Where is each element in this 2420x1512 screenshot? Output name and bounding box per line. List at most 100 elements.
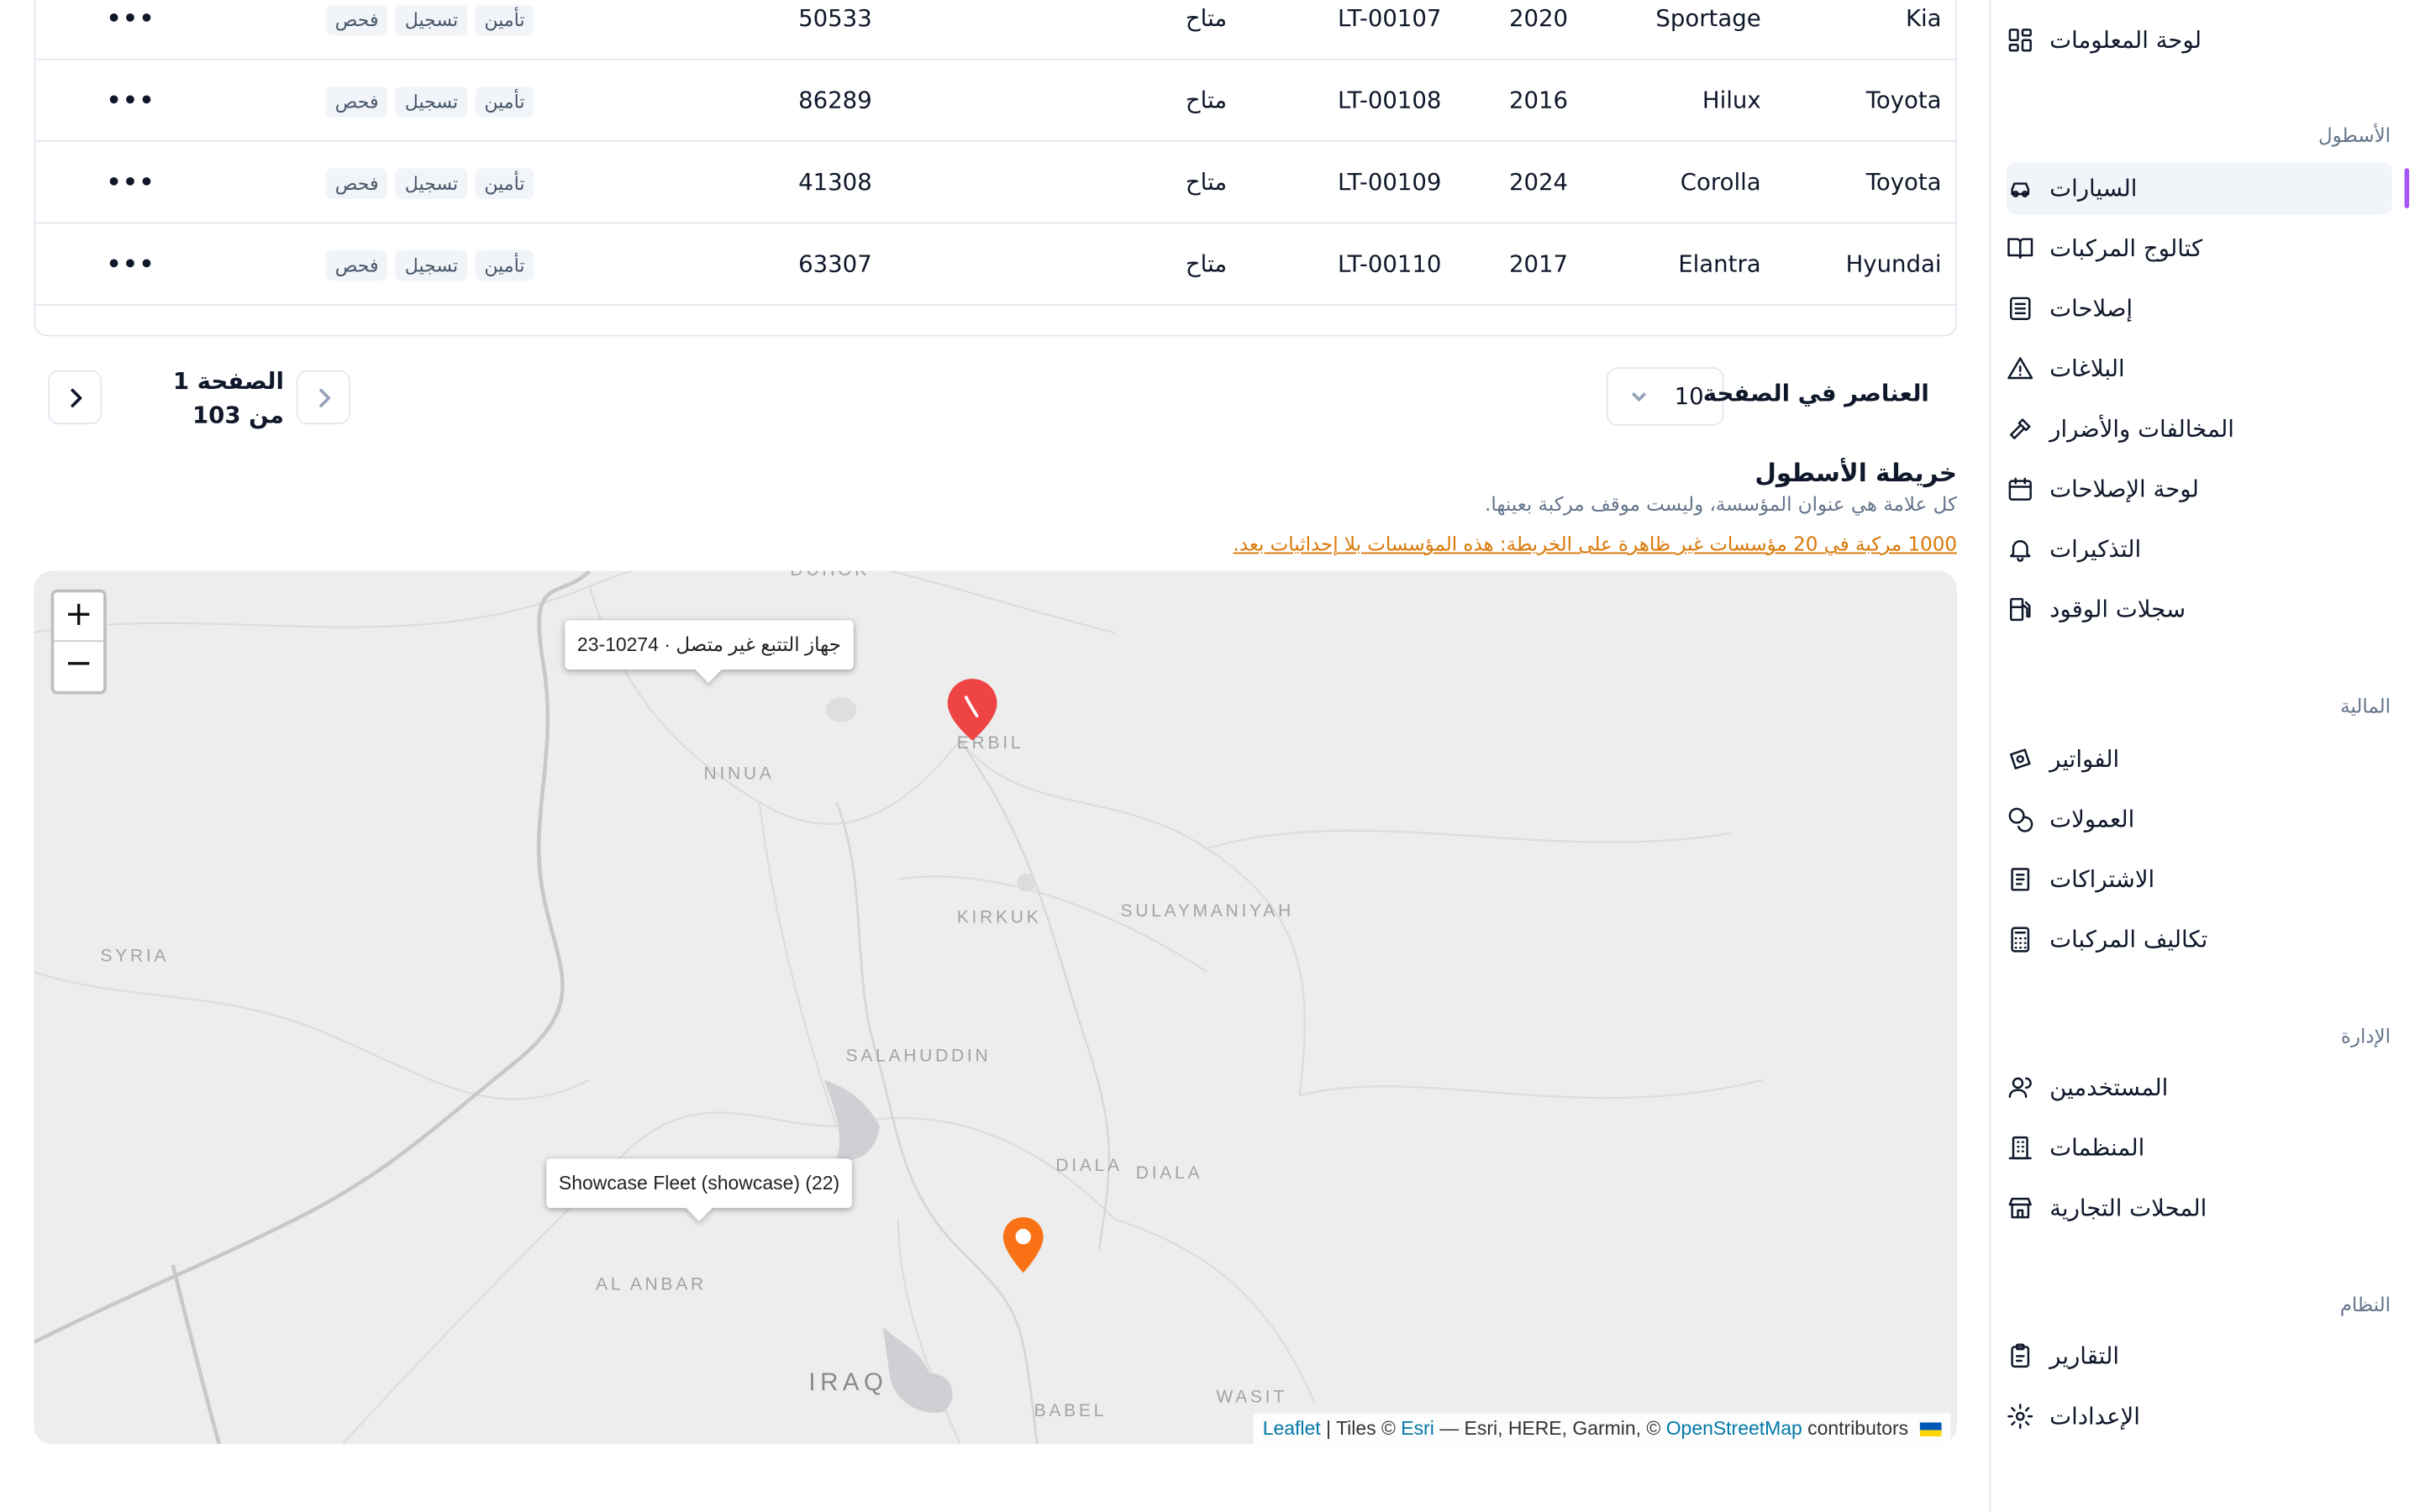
sidebar-item-label: كتالوج المركبات	[2049, 234, 2203, 263]
sidebar-item-label: لوحة المعلومات	[2049, 26, 2202, 55]
esri-link[interactable]: Esri	[1401, 1418, 1434, 1440]
sidebar-group-finance: المالية	[2340, 694, 2391, 718]
clipboard-icon	[2007, 1342, 2034, 1370]
sidebar-item-settings[interactable]: الإعدادات	[2007, 1390, 2392, 1442]
bell-icon	[2007, 535, 2034, 563]
cell-make: Hyundai	[1845, 249, 1942, 278]
map-pin-orange-icon[interactable]	[1002, 1215, 1044, 1274]
row-actions-button[interactable]: •••	[107, 142, 155, 223]
table-row[interactable]: Toyota Hilux 2016 LT-00108 متاح 86289 تأ…	[35, 60, 1956, 142]
sidebar-item-subscriptions[interactable]: الاشتراكات	[2007, 853, 2392, 906]
map-missing-coordinates-warning[interactable]: 1000 مركبة في 20 مؤسسات غير ظاهرة على ال…	[1234, 533, 1957, 556]
sidebar-item-label: الإعدادات	[2049, 1402, 2140, 1431]
zoom-in-button[interactable]: +	[54, 592, 104, 643]
banknote-icon	[2007, 745, 2034, 773]
sidebar-item-label: السيارات	[2049, 174, 2138, 202]
per-page-label: العناصر في الصفحة	[1702, 379, 1929, 407]
row-actions-button[interactable]: •••	[107, 0, 155, 60]
attribution-text: — Esri, HERE, Garmin, ©	[1434, 1417, 1666, 1440]
sidebar-item-label: التذكيرات	[2049, 535, 2142, 564]
sidebar-item-label: إصلاحات	[2049, 294, 2133, 323]
cell-documents: تأمين تسجيل فحص	[325, 0, 534, 60]
fleet-map[interactable]: + − DUHOK ERBIL NINUA KIRKUK SULAYMANIYA…	[34, 570, 1957, 1445]
sidebar-item-cars[interactable]: السيارات	[2006, 161, 2410, 215]
store-icon	[2007, 1194, 2034, 1222]
book-open-icon	[2007, 234, 2034, 262]
sidebar-item-label: الاشتراكات	[2049, 865, 2155, 894]
cell-plate: LT-00110	[1338, 249, 1442, 278]
zoom-out-button[interactable]: −	[54, 642, 103, 691]
cell-status: متاح	[1185, 249, 1228, 278]
sidebar-item-reports-alerts[interactable]: البلاغات	[2007, 343, 2392, 395]
sidebar-group-fleet: الأسطول	[2317, 123, 2391, 147]
sidebar-item-label: لوحة الإصلاحات	[2049, 475, 2199, 503]
sidebar-item-violations-damages[interactable]: المخالفات والأضرار	[2007, 402, 2392, 454]
cell-model: Hilux	[1702, 86, 1761, 114]
map-pin-red-icon[interactable]	[946, 675, 998, 743]
chevron-right-icon	[70, 387, 82, 407]
osm-link[interactable]: OpenStreetMap	[1666, 1418, 1802, 1440]
sidebar-group-administration: الإدارة	[2340, 1024, 2391, 1048]
sidebar-item-label: المستخدمين	[2049, 1074, 2169, 1102]
sidebar-item-repairs[interactable]: إصلاحات	[2007, 282, 2392, 334]
sidebar-item-dashboard[interactable]: لوحة المعلومات	[2007, 14, 2392, 66]
sidebar-item-reminders[interactable]: التذكيرات	[2007, 523, 2392, 575]
map-label-syria: SYRIA	[100, 947, 170, 966]
doc-badge-insurance: تأمين	[475, 85, 534, 117]
sidebar-item-users[interactable]: المستخدمين	[2007, 1062, 2392, 1114]
table-row[interactable]: Kia Sportage 2020 LT-00107 متاح 50533 تأ…	[35, 0, 1956, 60]
leaflet-link[interactable]: Leaflet	[1263, 1418, 1321, 1440]
cell-mileage: 50533	[798, 4, 872, 33]
sidebar-item-repairs-board[interactable]: لوحة الإصلاحات	[2007, 463, 2392, 515]
coins-icon	[2007, 806, 2034, 833]
sidebar-item-label: الفواتير	[2049, 745, 2120, 774]
cell-make: Toyota	[1865, 86, 1942, 114]
receipt-icon	[2007, 865, 2034, 893]
row-actions-button[interactable]: •••	[107, 60, 155, 142]
cell-plate: LT-00108	[1338, 86, 1442, 114]
map-label-salahuddin: SALAHUDDIN	[845, 1047, 992, 1067]
sidebar-item-vehicle-costs[interactable]: تكاليف المركبات	[2007, 913, 2392, 965]
cell-mileage: 41308	[798, 168, 872, 197]
users-icon	[2007, 1074, 2034, 1101]
cell-documents: تأمين تسجيل فحص	[325, 142, 534, 223]
map-subtitle: كل علامة هي عنوان المؤسسة، وليست موقف مر…	[1485, 491, 1957, 516]
sidebar-item-commissions[interactable]: العمولات	[2007, 793, 2392, 845]
doc-badge-inspection: فحص	[325, 85, 388, 117]
sidebar-item-fuel-logs[interactable]: سجلات الوقود	[2007, 583, 2392, 635]
sidebar-item-label: المحلات التجارية	[2049, 1194, 2207, 1222]
map-label-wasit: WASIT	[1216, 1389, 1287, 1408]
doc-badge-registration: تسجيل	[395, 167, 468, 199]
map-zoom-control: + −	[50, 589, 107, 695]
chevron-right-icon	[318, 387, 330, 407]
previous-page-button[interactable]	[296, 370, 350, 425]
sidebar-item-vehicle-catalog[interactable]: كتالوج المركبات	[2007, 222, 2392, 274]
table-row[interactable]: Toyota Corolla 2024 LT-00109 متاح 41308 …	[35, 142, 1956, 224]
sidebar-item-stores[interactable]: المحلات التجارية	[2007, 1182, 2392, 1234]
map-label-ninua: NINUA	[703, 765, 775, 785]
doc-badge-inspection: فحص	[325, 3, 388, 35]
sidebar-item-label: المخالفات والأضرار	[2049, 415, 2234, 444]
car-icon	[2007, 175, 2034, 202]
sidebar-item-invoices[interactable]: الفواتير	[2007, 732, 2392, 785]
cell-documents: تأمين تسجيل فحص	[325, 60, 534, 142]
row-actions-button[interactable]: •••	[107, 223, 155, 305]
map-label-iraq: IRAQ	[808, 1369, 888, 1397]
next-page-button[interactable]	[47, 370, 103, 425]
cell-mileage: 63307	[798, 249, 872, 278]
attribution-text: | Tiles ©	[1320, 1417, 1402, 1440]
cell-make: Toyota	[1865, 168, 1942, 197]
calendar-icon	[2007, 475, 2034, 503]
sidebar: لوحة المعلومات الأسطول السيارات كتالوج ا…	[1989, 0, 2420, 1512]
attribution-text: contributors	[1802, 1417, 1909, 1440]
sidebar-item-reports[interactable]: التقارير	[2007, 1330, 2392, 1382]
page-indicator: الصفحة 1 من 103	[172, 367, 284, 429]
sidebar-item-organizations[interactable]: المنظمات	[2007, 1121, 2392, 1173]
map-label-al-anbar: AL ANBAR	[595, 1275, 707, 1294]
sidebar-item-label: العمولات	[2049, 805, 2135, 833]
per-page-value: 10	[1674, 382, 1704, 411]
alert-triangle-icon	[2007, 354, 2034, 382]
table-row[interactable]: Hyundai Elantra 2017 LT-00110 متاح 63307…	[35, 223, 1956, 306]
sidebar-item-label: تكاليف المركبات	[2049, 926, 2208, 954]
map-label-diala: DIALA	[1055, 1157, 1123, 1176]
